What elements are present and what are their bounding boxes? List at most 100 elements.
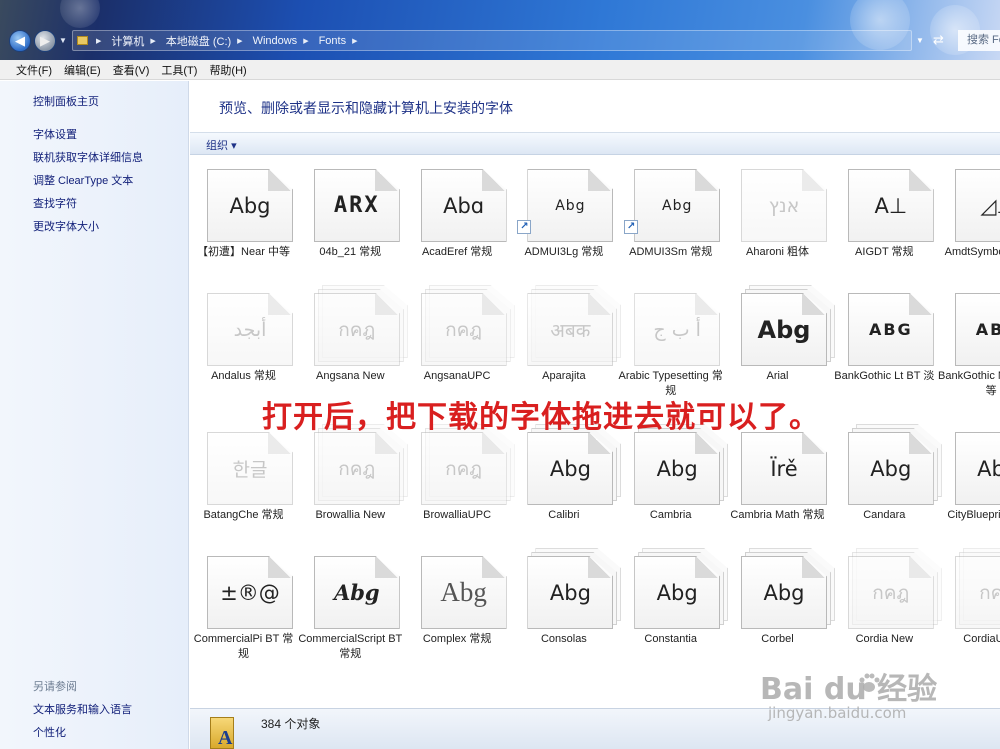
item-count: 384 个对象: [261, 717, 321, 731]
organize-label: 组织: [206, 140, 228, 152]
font-preview-icon: กคฎ: [420, 285, 515, 366]
font-item[interactable]: Abɑ AcadEref 常规: [404, 156, 511, 280]
font-item[interactable]: Abg ↗ ADMUI3Lg 常规: [510, 156, 617, 280]
font-item[interactable]: ±®@ CommercialPi BT 常规: [190, 543, 297, 667]
font-sample-glyphs: กคฎ: [872, 581, 910, 604]
font-preview-icon: Abg: [527, 169, 614, 242]
font-item[interactable]: 한글 BatangChe 常规: [190, 419, 297, 543]
font-item[interactable]: กคฎ AngsanaUPC: [404, 280, 515, 404]
menu-file[interactable]: 文件(F): [16, 62, 52, 78]
font-preview-icon: กคฎ: [420, 424, 515, 505]
breadcrumb-computer[interactable]: 计算机: [111, 33, 144, 49]
get-font-info-online-link[interactable]: 联机获取字体详细信息: [33, 149, 143, 165]
font-name: CommercialScript BT 常规: [298, 633, 403, 660]
font-name: Andalus 常规: [211, 370, 276, 382]
font-item[interactable]: Abg CommercialScript BT 常规: [297, 543, 404, 667]
breadcrumb-fonts[interactable]: Fonts: [319, 35, 347, 47]
font-item[interactable]: Abg Arial: [724, 280, 835, 404]
font-item[interactable]: กคฎ Browallia New: [297, 419, 408, 543]
font-name: CityBlueprint 常规: [947, 509, 1000, 521]
font-name: ADMUI3Lg 常规: [524, 246, 604, 258]
font-sample-glyphs: Abg: [870, 456, 912, 481]
font-preview-icon: ARX: [313, 169, 400, 242]
font-item[interactable]: ARX 04b_21 常规: [297, 156, 404, 280]
chevron-right-icon[interactable]: ▶: [303, 37, 308, 45]
font-name: BatangChe 常规: [203, 509, 284, 521]
breadcrumb-windows[interactable]: Windows: [253, 35, 298, 47]
font-item[interactable]: Abg Constantia: [617, 543, 729, 667]
font-sample-glyphs: Abg: [555, 197, 586, 214]
shortcut-arrow-icon: ↗: [624, 220, 639, 234]
menu-view[interactable]: 查看(V): [113, 62, 150, 78]
back-button[interactable]: ◀: [9, 30, 31, 52]
font-preview-icon: กคฎ: [313, 424, 408, 505]
font-preview-icon: Abg: [634, 424, 729, 505]
font-preview-icon: Abg: [207, 169, 293, 242]
search-input[interactable]: 搜索 Fo: [958, 30, 1000, 51]
control-panel-home-link[interactable]: 控制面板主页: [33, 93, 99, 109]
font-sample-glyphs: A⊥: [874, 193, 908, 218]
font-item[interactable]: Abg CityBlueprint 常规: [938, 419, 1000, 543]
find-character-link[interactable]: 查找字符: [33, 195, 77, 211]
font-name: CommercialPi BT 常规: [193, 633, 294, 660]
font-item[interactable]: ◿⊥ AmdtSymbols 常规: [938, 156, 1000, 280]
chevron-right-icon[interactable]: ▶: [96, 37, 101, 45]
font-preview-icon: Abg: [954, 432, 1000, 505]
font-item[interactable]: Abg Corbel: [724, 543, 835, 667]
chevron-right-icon[interactable]: ▶: [237, 37, 242, 45]
recent-pages-dropdown[interactable]: ▼: [59, 36, 67, 45]
font-preview-icon: Abɑ: [420, 169, 507, 242]
address-history-dropdown[interactable]: ▼: [916, 36, 924, 45]
baidu-watermark: Bai du 经验 jingyan.baidu.com: [760, 664, 990, 734]
font-item[interactable]: أبجد Andalus 常规: [190, 280, 297, 404]
font-item[interactable]: กคฎ Angsana New: [297, 280, 408, 404]
font-sample-glyphs: Abg: [656, 580, 698, 605]
text-services-link[interactable]: 文本服务和输入语言: [33, 701, 132, 717]
font-sample-glyphs: أبجد: [233, 318, 267, 341]
font-item[interactable]: أ ب ج Arabic Typesetting 常规: [617, 280, 724, 404]
forward-button[interactable]: ▶: [34, 30, 56, 52]
font-item[interactable]: ABG BankGothic Md BT 中等: [938, 280, 1000, 404]
font-item[interactable]: กคฎ Cordia New: [831, 543, 942, 667]
menu-help[interactable]: 帮助(H): [209, 62, 246, 78]
font-item[interactable]: अबक Aparajita: [510, 280, 622, 404]
page-title: 预览、删除或者显示和隐藏计算机上安装的字体: [219, 100, 513, 116]
menu-edit[interactable]: 编辑(E): [64, 62, 101, 78]
refresh-icon[interactable]: ⇄: [933, 32, 944, 48]
organize-button[interactable]: 组织 ▾: [206, 137, 237, 153]
font-item[interactable]: Abg Cambria: [617, 419, 729, 543]
chevron-right-icon[interactable]: ▶: [150, 37, 155, 45]
chevron-right-icon[interactable]: ▶: [352, 37, 357, 45]
font-preview-icon: กคฎ: [847, 548, 942, 629]
font-item[interactable]: กคฎ BrowalliaUPC: [404, 419, 515, 543]
font-sample-glyphs: Ïrě: [770, 456, 798, 481]
font-name: 04b_21 常规: [319, 246, 382, 258]
font-item[interactable]: A⊥ AIGDT 常规: [831, 156, 938, 280]
font-item[interactable]: ABG BankGothic Lt BT 淡: [831, 280, 938, 404]
font-preview-icon: กคฎ: [313, 285, 408, 366]
font-item[interactable]: אנץ Aharoni 粗体: [724, 156, 831, 280]
font-name: ADMUI3Sm 常规: [629, 246, 713, 258]
change-font-size-link[interactable]: 更改字体大小: [33, 218, 99, 234]
font-sample-glyphs: Abg: [229, 193, 271, 218]
font-preview-icon: Abg: [313, 556, 400, 629]
font-item[interactable]: Abg 【初遭】Near 中等: [190, 156, 297, 280]
font-item[interactable]: Abg Complex 常规: [404, 543, 511, 667]
font-item[interactable]: Abg Candara: [831, 419, 942, 543]
font-name: Cambria Math 常规: [730, 509, 825, 521]
adjust-cleartype-link[interactable]: 调整 ClearType 文本: [33, 172, 133, 188]
font-name: Calibri: [548, 509, 580, 521]
font-item[interactable]: Ïrě Cambria Math 常规: [724, 419, 831, 543]
font-item[interactable]: Abg Consolas: [510, 543, 622, 667]
font-item[interactable]: กคฎ CordiaUPC: [938, 543, 1000, 667]
personalization-link[interactable]: 个性化: [33, 724, 66, 740]
font-preview-icon: Abg: [420, 556, 507, 629]
font-sample-glyphs: ABG: [868, 320, 913, 339]
font-item[interactable]: Abg Calibri: [510, 419, 622, 543]
address-bar[interactable]: ▶ 计算机 ▶ 本地磁盘 (C:) ▶ Windows ▶ Fonts ▶: [72, 30, 912, 51]
watermark-url: jingyan.baidu.com: [768, 704, 907, 722]
font-settings-link[interactable]: 字体设置: [33, 126, 77, 142]
menu-tools[interactable]: 工具(T): [161, 62, 197, 78]
font-item[interactable]: Abg ↗ ADMUI3Sm 常规: [617, 156, 724, 280]
breadcrumb-local-disk[interactable]: 本地磁盘 (C:): [166, 33, 231, 49]
